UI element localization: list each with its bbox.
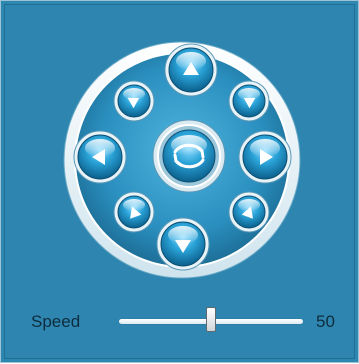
ptz-control bbox=[63, 41, 301, 279]
speed-label: Speed bbox=[31, 312, 81, 331]
pan-down-button[interactable] bbox=[156, 217, 210, 271]
speed-value: 50 bbox=[316, 312, 335, 331]
pan-left-button[interactable] bbox=[73, 130, 127, 184]
pan-right-button[interactable] bbox=[238, 130, 292, 184]
pan-up-button[interactable] bbox=[164, 43, 218, 97]
pan-down-left-button[interactable] bbox=[113, 191, 155, 233]
speed-slider-thumb[interactable] bbox=[206, 307, 216, 332]
pan-down-right-button[interactable] bbox=[228, 191, 270, 233]
pan-up-right-button[interactable] bbox=[228, 80, 270, 122]
pan-up-left-button[interactable] bbox=[113, 80, 155, 122]
ptz-panel: Speed 50 bbox=[0, 0, 359, 363]
auto-rotate-button[interactable] bbox=[152, 119, 226, 193]
